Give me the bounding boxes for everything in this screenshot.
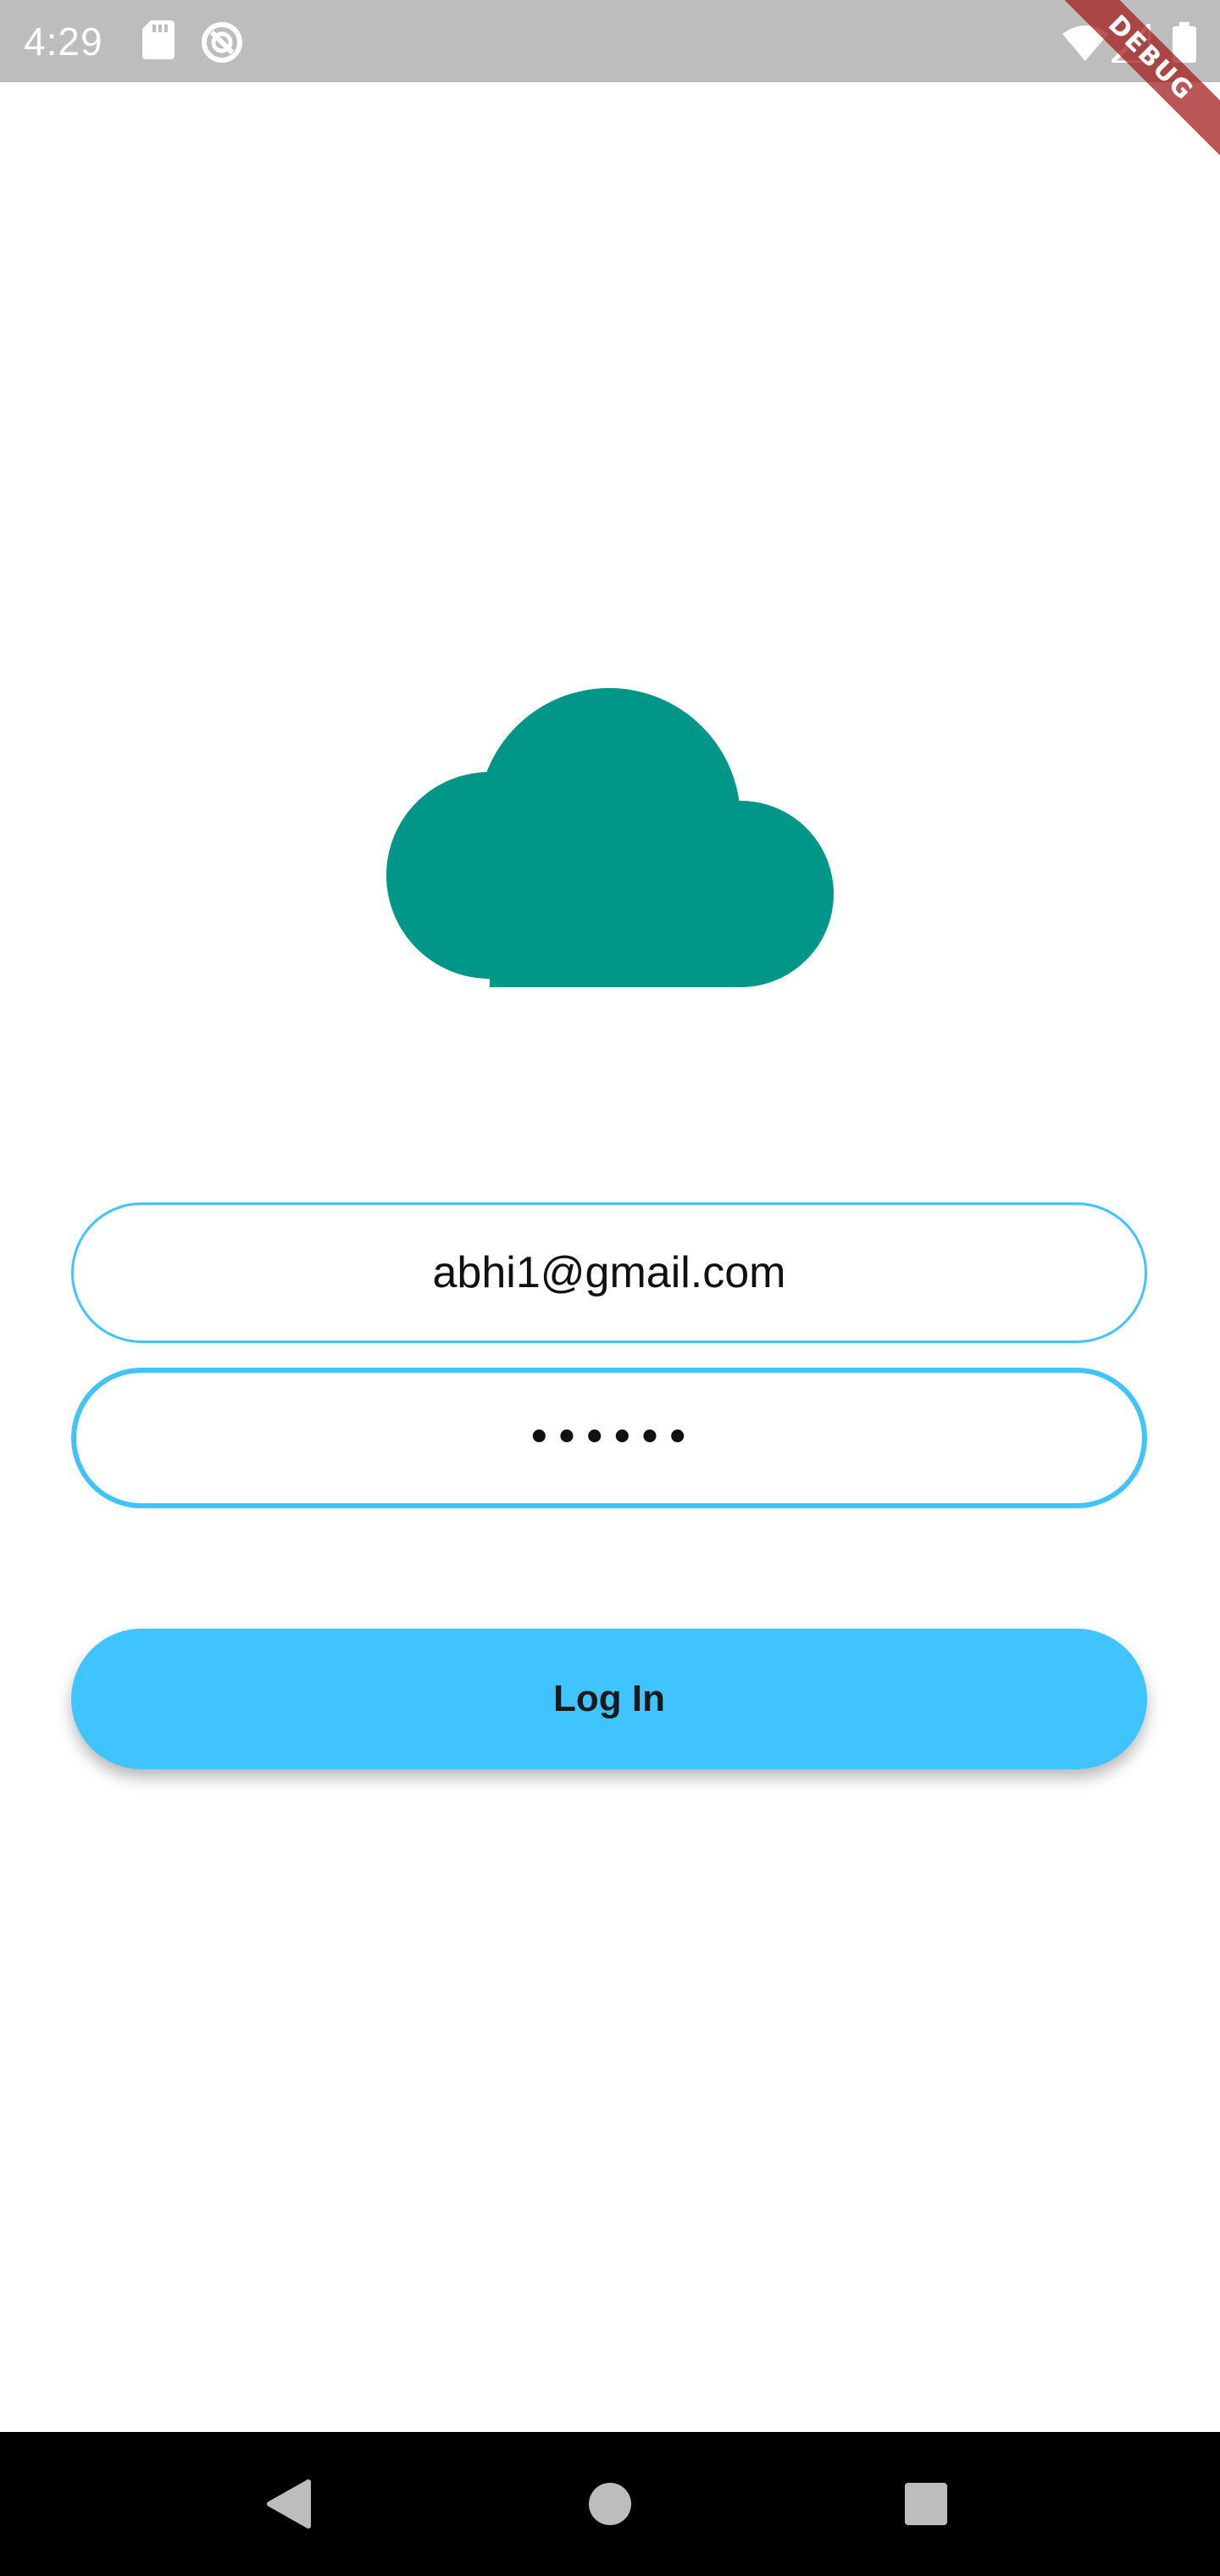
login-button-label: Log In	[553, 1678, 665, 1719]
home-icon[interactable]	[576, 2432, 644, 2576]
status-bar: 4:29	[0, 0, 1220, 82]
cloud-icon	[386, 686, 834, 987]
battery-icon	[1173, 22, 1196, 67]
email-value: abhi1@gmail.com	[432, 1248, 786, 1297]
login-screen: 4:29 DEBUG abhi1@gmail.com •••••• Log In	[0, 0, 1220, 2576]
navigation-bar	[0, 2432, 1220, 2576]
wifi-icon	[1062, 24, 1108, 65]
email-field[interactable]: abhi1@gmail.com	[71, 1202, 1147, 1343]
password-field[interactable]: ••••••	[71, 1368, 1147, 1508]
signal-icon	[1106, 18, 1153, 67]
back-icon[interactable]	[254, 2432, 322, 2576]
password-value: ••••••	[525, 1413, 693, 1463]
login-button[interactable]: Log In	[71, 1629, 1147, 1769]
recents-icon[interactable]	[892, 2432, 960, 2576]
sd-card-icon	[142, 20, 175, 64]
status-time: 4:29	[24, 19, 103, 64]
sync-icon	[200, 20, 244, 69]
